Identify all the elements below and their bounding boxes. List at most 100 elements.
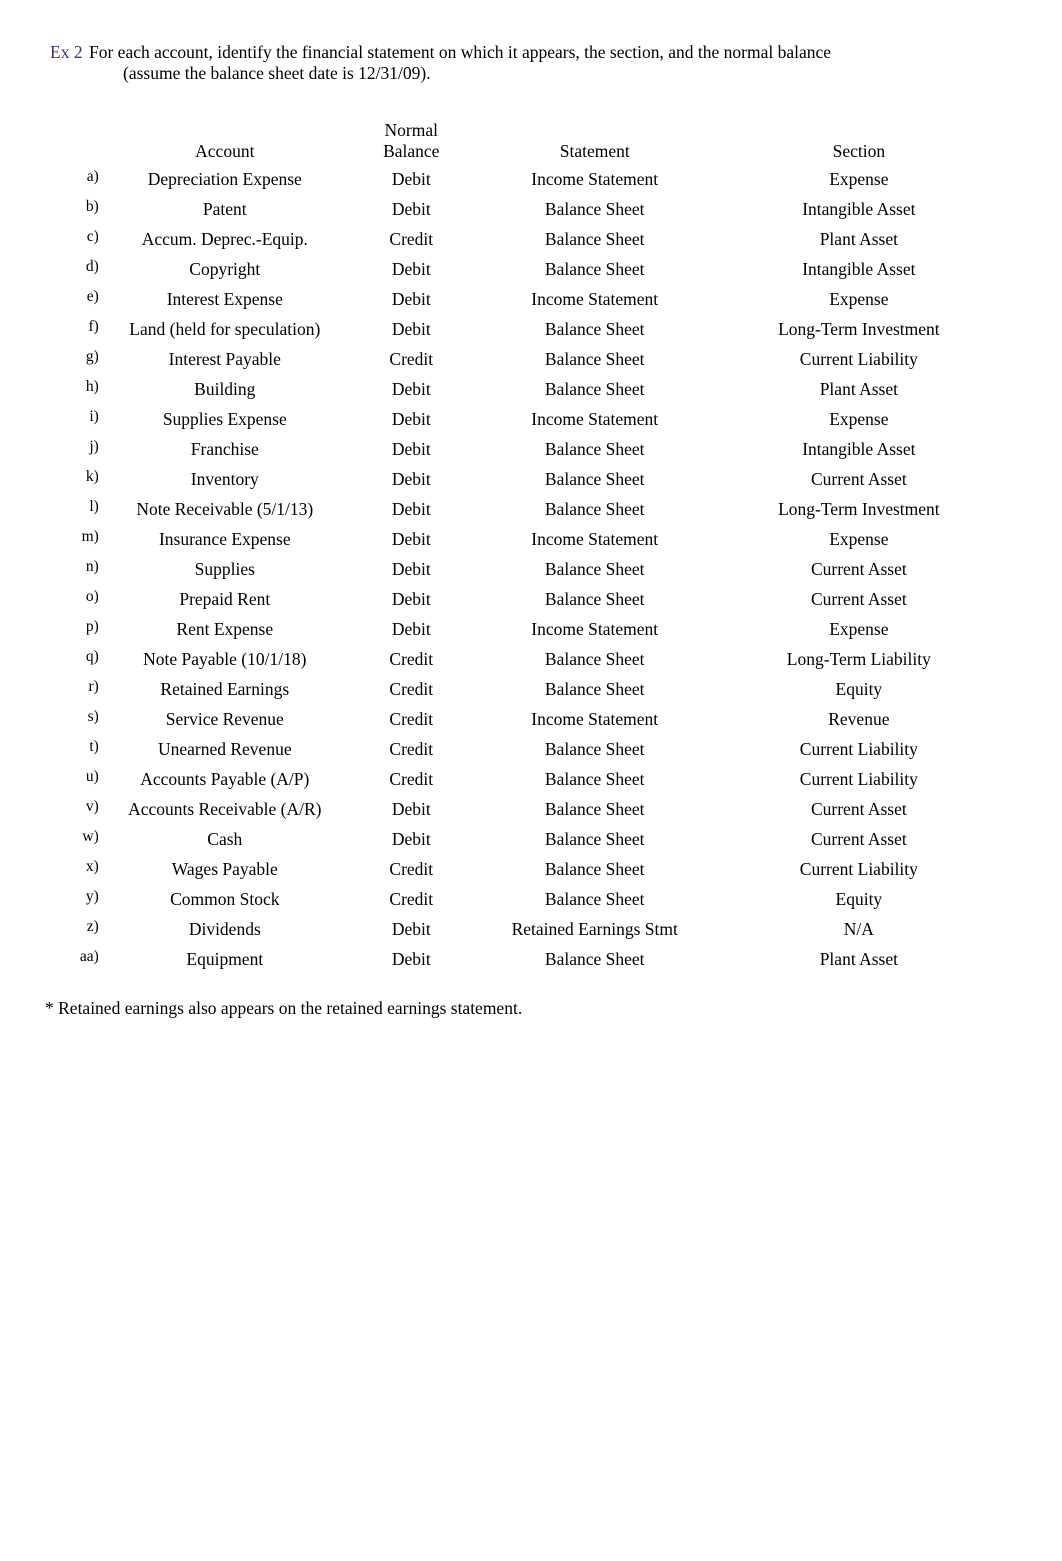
cell-statement: Balance Sheet bbox=[544, 769, 645, 789]
row-letter-label: i) bbox=[89, 408, 99, 425]
cell-statement: Income Statement bbox=[531, 529, 659, 549]
cell-account: Retained Earnings bbox=[160, 679, 290, 699]
footnote: * Retained earnings also appears on the … bbox=[45, 998, 523, 1018]
row-letter-label: z) bbox=[86, 918, 99, 935]
row-letter-label: e) bbox=[86, 288, 99, 305]
table-row: c) Accum. Deprec.-Equip. Credit Balance She… bbox=[0, 224, 1000, 254]
row-letter-label: s) bbox=[87, 708, 99, 725]
cell-section: Revenue bbox=[828, 709, 890, 729]
cell-normal-balance: Debit bbox=[391, 559, 431, 579]
column-header-letter bbox=[0, 118, 99, 164]
row-letter-label: h) bbox=[85, 378, 99, 395]
cell-section: Expense bbox=[829, 409, 889, 429]
table-row: e) Interest Expense Debit Income Statement E… bbox=[0, 284, 1000, 314]
cell-account: Rent Expense bbox=[176, 619, 274, 639]
account-classification-table: Account Normal Balance Statement Section… bbox=[0, 118, 1000, 974]
row-letter-label: b) bbox=[85, 198, 99, 215]
table-row: h) Building Debit Balance Sheet Plant Asset bbox=[0, 374, 1000, 404]
prompt-line-2: (assume the balance sheet date is 12/31/… bbox=[123, 63, 431, 83]
cell-normal-balance: Debit bbox=[391, 409, 431, 429]
cell-statement: Balance Sheet bbox=[544, 589, 645, 609]
cell-account: Depreciation Expense bbox=[147, 169, 302, 189]
cell-normal-balance: Credit bbox=[389, 349, 434, 369]
cell-section: N/A bbox=[843, 919, 874, 939]
table-row: r) Retained Earnings Credit Balance Sheet Eq… bbox=[0, 674, 1000, 704]
cell-normal-balance: Debit bbox=[391, 289, 431, 309]
table-row: s) Service Revenue Credit Income Statement R… bbox=[0, 704, 1000, 734]
row-letter-label: w) bbox=[82, 828, 99, 845]
table-body: a) Depreciation Expense Debit Income Statem… bbox=[0, 164, 1000, 974]
cell-normal-balance: Debit bbox=[391, 259, 431, 279]
table-row: y) Common Stock Credit Balance Sheet Equity bbox=[0, 884, 1000, 914]
row-letter-label: q) bbox=[85, 648, 99, 665]
cell-normal-balance: Debit bbox=[391, 169, 431, 189]
row-letter-label: v) bbox=[85, 798, 99, 815]
cell-account: Interest Expense bbox=[166, 289, 283, 309]
row-letter-label: u) bbox=[85, 768, 99, 785]
cell-statement: Balance Sheet bbox=[544, 259, 645, 279]
table-row: aa) Equipment Debit Balance Sheet Plant Asse… bbox=[0, 944, 1000, 974]
cell-section: Expense bbox=[829, 289, 889, 309]
row-letter-label: l) bbox=[89, 498, 99, 515]
cell-account: Service Revenue bbox=[165, 709, 284, 729]
row-letter-label: f) bbox=[88, 318, 99, 335]
cell-normal-balance: Debit bbox=[391, 439, 431, 459]
cell-account: Patent bbox=[202, 199, 247, 219]
row-letter-label: r) bbox=[88, 678, 99, 695]
row-letter-label: k) bbox=[85, 468, 99, 485]
row-letter-label: d) bbox=[85, 258, 99, 275]
table-row: o) Prepaid Rent Debit Balance Sheet Current … bbox=[0, 584, 1000, 614]
cell-section: Equity bbox=[835, 889, 883, 909]
table-row: m) Insurance Expense Debit Income Statement… bbox=[0, 524, 1000, 554]
cell-normal-balance: Debit bbox=[391, 199, 431, 219]
cell-account: Note Payable (10/1/18) bbox=[143, 649, 307, 669]
table-row: z) Dividends Debit Retained Earnings Stmt N/… bbox=[0, 914, 1000, 944]
cell-statement: Income Statement bbox=[531, 289, 659, 309]
cell-section: Expense bbox=[829, 529, 889, 549]
cell-account: Interest Payable bbox=[168, 349, 281, 369]
table-row: w) Cash Debit Balance Sheet Current Asset bbox=[0, 824, 1000, 854]
cell-statement: Income Statement bbox=[531, 409, 659, 429]
cell-section: Current Asset bbox=[810, 559, 907, 579]
cell-section: Expense bbox=[829, 169, 889, 189]
cell-account: Copyright bbox=[189, 259, 261, 279]
table-row: v) Accounts Receivable (A/R) Debit Balance … bbox=[0, 794, 1000, 824]
table-row: i) Supplies Expense Debit Income Statement E… bbox=[0, 404, 1000, 434]
cell-normal-balance: Debit bbox=[391, 379, 431, 399]
cell-statement: Balance Sheet bbox=[544, 499, 645, 519]
cell-account: Equipment bbox=[186, 949, 264, 969]
cell-account: Accounts Payable (A/P) bbox=[140, 769, 310, 789]
cell-section: Long-Term Investment bbox=[778, 499, 940, 519]
table-row: l) Note Receivable (5/1/13) Debit Balance S… bbox=[0, 494, 1000, 524]
cell-statement: Balance Sheet bbox=[544, 889, 645, 909]
cell-section: Current Asset bbox=[810, 589, 907, 609]
cell-statement: Balance Sheet bbox=[544, 829, 645, 849]
cell-normal-balance: Debit bbox=[391, 469, 431, 489]
cell-section: Current Liability bbox=[799, 349, 918, 369]
cell-section: Intangible Asset bbox=[802, 199, 916, 219]
table-row: g) Interest Payable Credit Balance Sheet Cur… bbox=[0, 344, 1000, 374]
cell-section: Equity bbox=[835, 679, 883, 699]
table-row: b) Patent Debit Balance Sheet Intangible Ass… bbox=[0, 194, 1000, 224]
cell-account: Inventory bbox=[190, 469, 259, 489]
cell-section: Plant Asset bbox=[819, 379, 898, 399]
cell-section: Intangible Asset bbox=[802, 259, 916, 279]
cell-account: Accounts Receivable (A/R) bbox=[128, 799, 322, 819]
cell-normal-balance: Debit bbox=[391, 829, 431, 849]
cell-normal-balance: Credit bbox=[389, 709, 434, 729]
cell-account: Supplies bbox=[194, 559, 255, 579]
cell-normal-balance: Credit bbox=[389, 859, 434, 879]
cell-normal-balance: Debit bbox=[391, 319, 431, 339]
row-letter-label: x) bbox=[85, 858, 99, 875]
cell-normal-balance: Debit bbox=[391, 799, 431, 819]
cell-account: Note Receivable (5/1/13) bbox=[136, 499, 314, 519]
cell-normal-balance: Debit bbox=[391, 499, 431, 519]
table-row: f) Land (held for speculation) Debit Balanc… bbox=[0, 314, 1000, 344]
cell-statement: Balance Sheet bbox=[544, 559, 645, 579]
cell-account: Accum. Deprec.-Equip. bbox=[141, 229, 308, 249]
row-letter-label: p) bbox=[85, 618, 99, 635]
cell-account: Common Stock bbox=[170, 889, 280, 909]
cell-normal-balance: Credit bbox=[389, 679, 434, 699]
table-row: t) Unearned Revenue Credit Balance Sheet Cur… bbox=[0, 734, 1000, 764]
cell-statement: Balance Sheet bbox=[544, 649, 645, 669]
